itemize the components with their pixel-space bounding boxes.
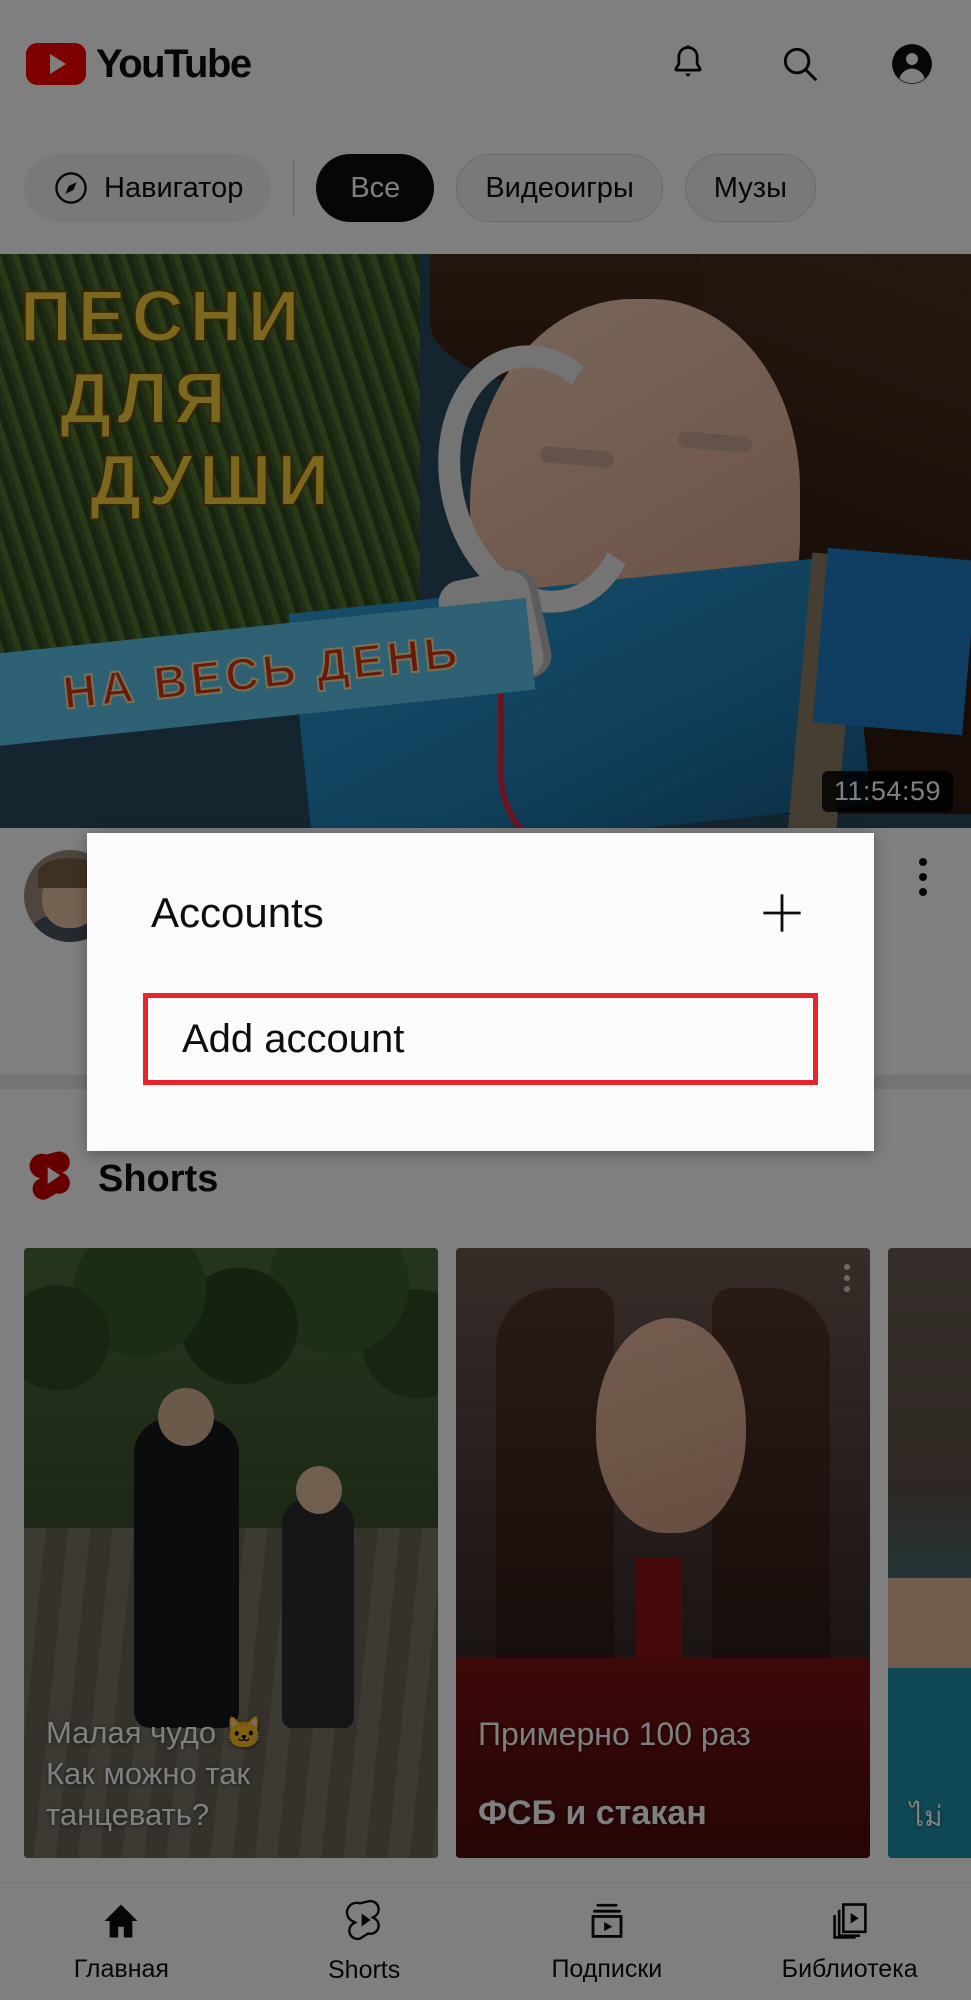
accounts-dialog-title: Accounts bbox=[151, 889, 324, 936]
add-account-button[interactable]: Add account bbox=[143, 993, 818, 1085]
accounts-dialog: Accounts Add account bbox=[87, 833, 874, 1151]
plus-icon[interactable] bbox=[754, 885, 810, 941]
add-account-label: Add account bbox=[182, 1016, 405, 1061]
accounts-dialog-header: Accounts bbox=[87, 833, 874, 993]
screen-root: YouTube bbox=[0, 0, 971, 2000]
